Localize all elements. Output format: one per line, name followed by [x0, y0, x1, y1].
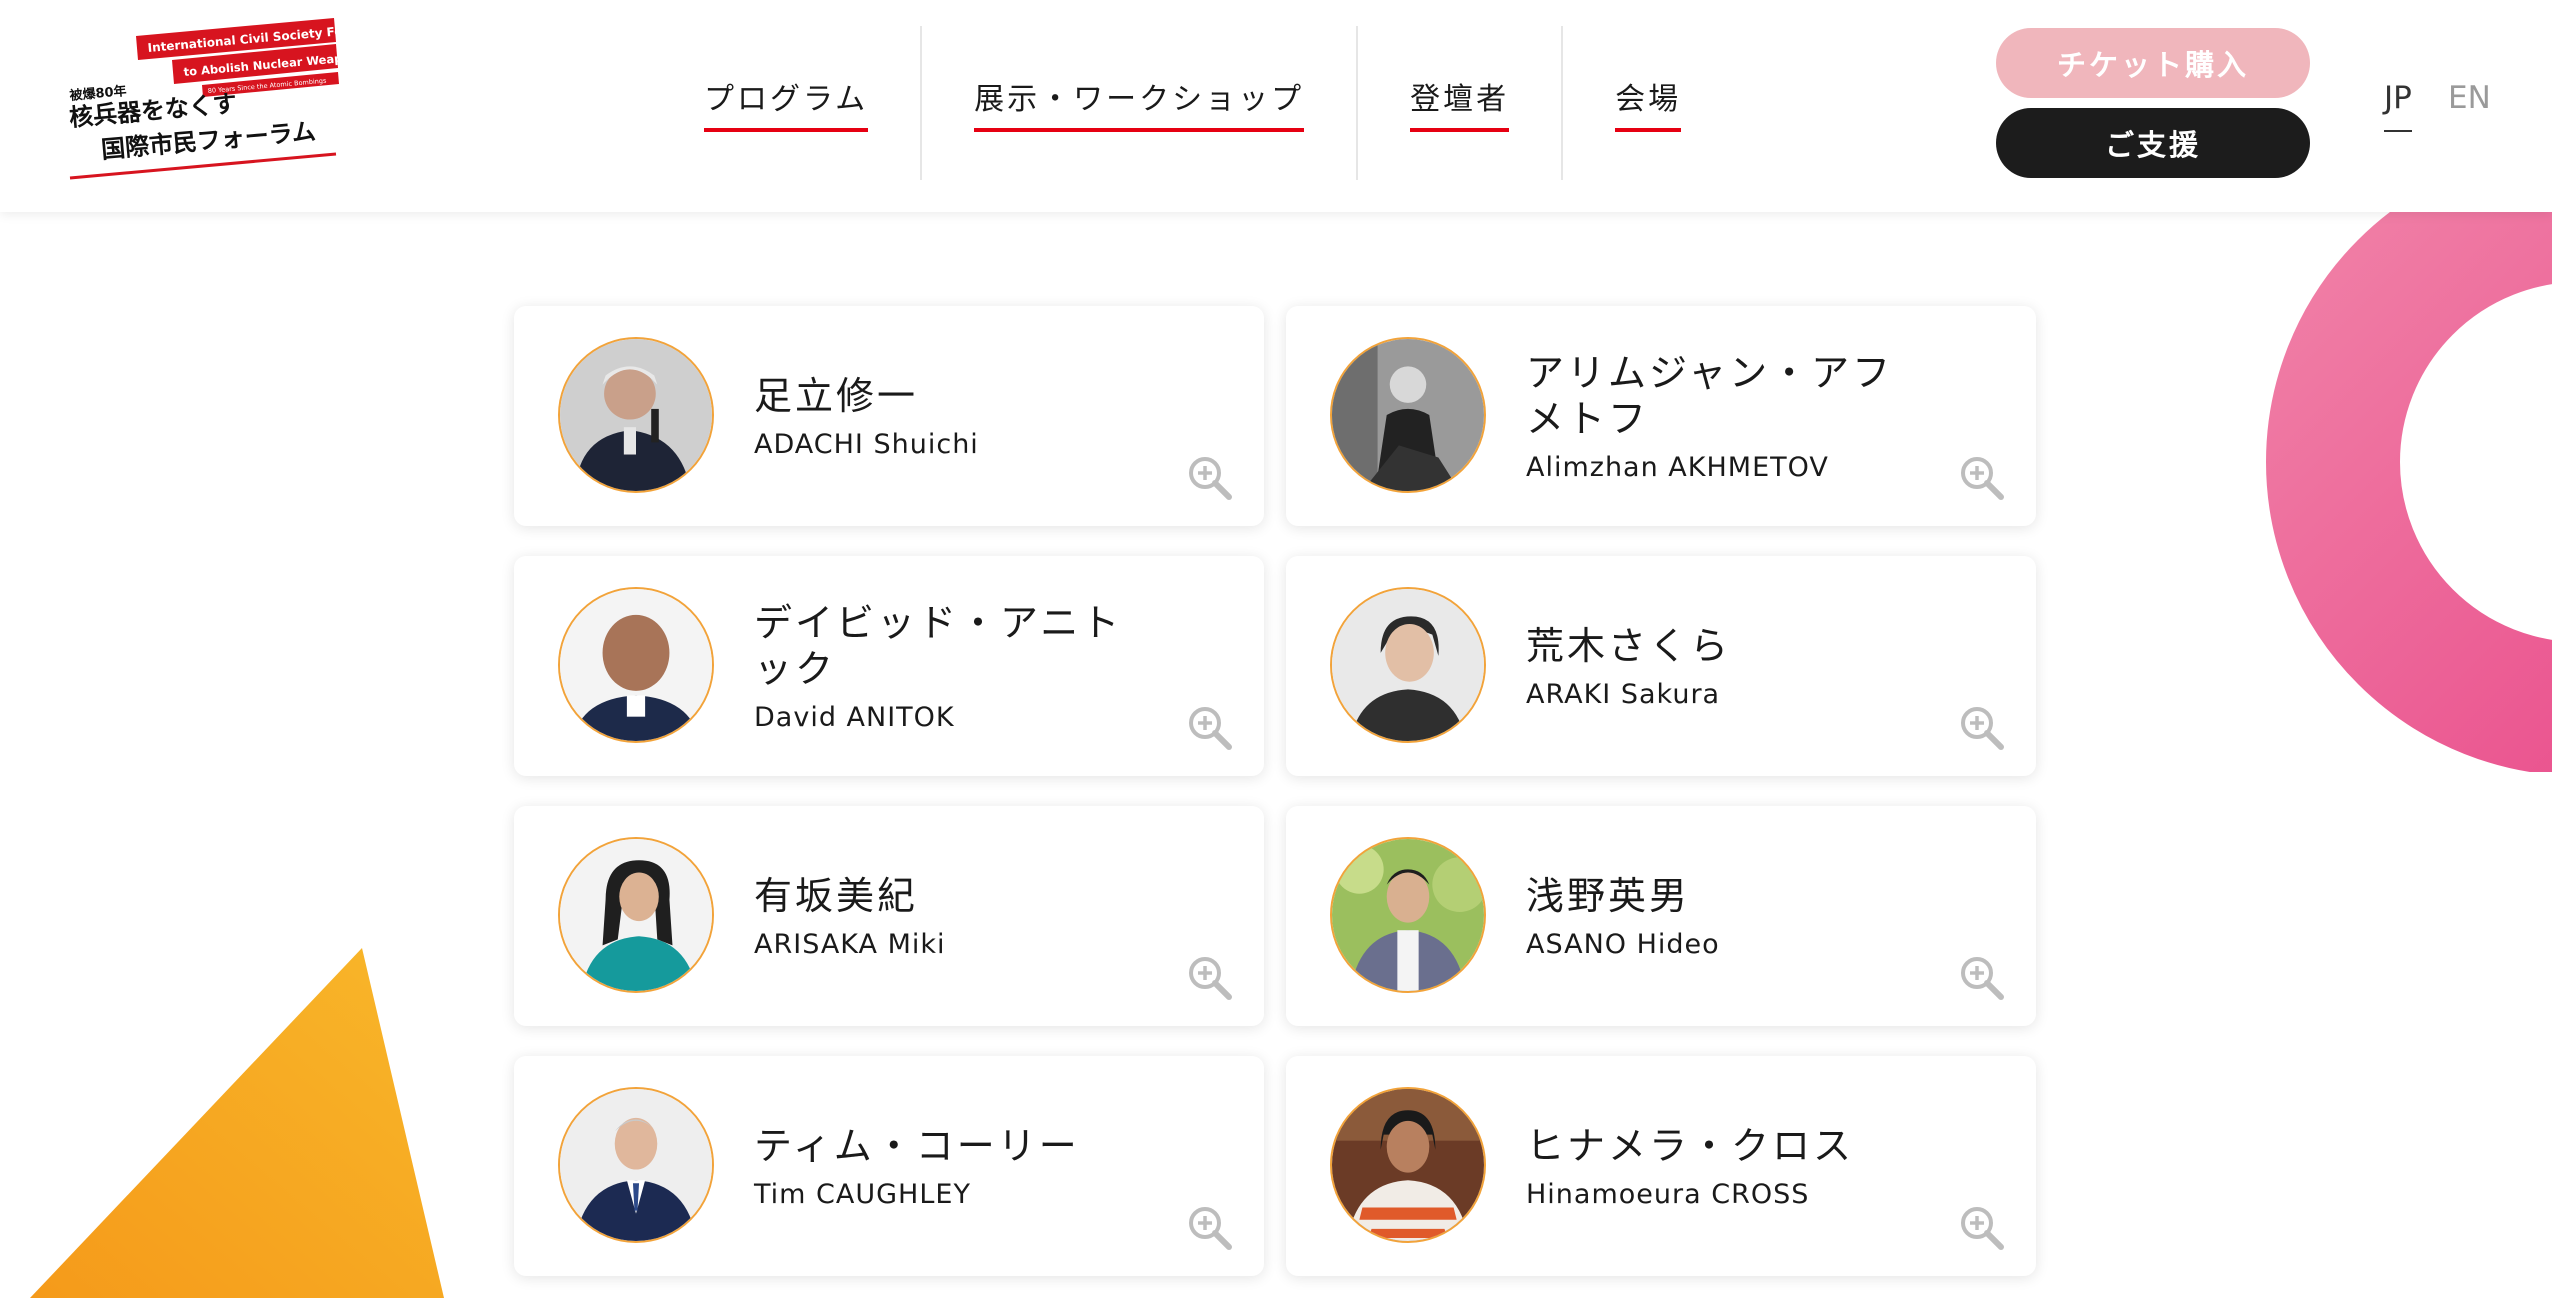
speaker-avatar — [1330, 337, 1486, 493]
nav-item-program[interactable]: プログラム — [680, 26, 923, 180]
speaker-name-ja: 浅野英男 — [1526, 873, 1691, 918]
speaker-avatar — [558, 1087, 714, 1243]
speaker-grid: 足立修一 ADACHI Shuichi アリムジャン・アフメトフ Alimzha… — [514, 306, 2036, 1276]
buy-ticket-button[interactable]: チケット購入 — [1996, 28, 2310, 98]
speaker-info: 足立修一 ADACHI Shuichi — [754, 306, 1154, 526]
speaker-info: 荒木さくら ARAKI Sakura — [1526, 556, 1926, 776]
speaker-card[interactable]: アリムジャン・アフメトフ Alimzhan AKHMETOV — [1286, 306, 2036, 526]
speaker-avatar — [1330, 587, 1486, 743]
speaker-info: ヒナメラ・クロス Hinamoeura CROSS — [1526, 1056, 1926, 1276]
main-nav: プログラム 展示・ワークショップ 登壇者 会場 — [680, 26, 1733, 180]
zoom-in-icon[interactable] — [1184, 952, 1236, 1004]
speaker-avatar — [1330, 1087, 1486, 1243]
speaker-avatar — [1330, 837, 1486, 993]
speaker-avatar — [558, 587, 714, 743]
nav-item-exhibition-workshop[interactable]: 展示・ワークショップ — [922, 26, 1359, 180]
speaker-name-ja: ティム・コーリー — [754, 1123, 1080, 1168]
nav-item-label: 会場 — [1615, 74, 1682, 132]
speaker-name-ja: ヒナメラ・クロス — [1526, 1123, 1855, 1168]
lang-en-link[interactable]: EN — [2448, 80, 2491, 116]
speaker-card[interactable]: デイビッド・アニトック David ANITOK — [514, 556, 1264, 776]
speaker-card[interactable]: 荒木さくら ARAKI Sakura — [1286, 556, 2036, 776]
nav-item-label: プログラム — [704, 74, 869, 132]
speaker-info: デイビッド・アニトック David ANITOK — [754, 556, 1154, 776]
decorative-orange-triangle — [0, 940, 460, 1298]
nav-item-venue[interactable]: 会場 — [1563, 26, 1733, 180]
zoom-in-icon[interactable] — [1956, 702, 2008, 754]
speaker-name-en: ADACHI Shuichi — [754, 428, 979, 460]
nav-item-speakers[interactable]: 登壇者 — [1358, 26, 1564, 180]
speaker-card[interactable]: 足立修一 ADACHI Shuichi — [514, 306, 1264, 526]
zoom-in-icon[interactable] — [1184, 452, 1236, 504]
zoom-in-icon[interactable] — [1956, 952, 2008, 1004]
decorative-pink-ring — [2220, 212, 2552, 772]
nav-item-label: 登壇者 — [1410, 74, 1510, 132]
speaker-card[interactable]: 浅野英男 ASANO Hideo — [1286, 806, 2036, 1026]
zoom-in-icon[interactable] — [1184, 702, 1236, 754]
speaker-card[interactable]: 有坂美紀 ARISAKA Miki — [514, 806, 1264, 1026]
speaker-name-ja: 有坂美紀 — [754, 873, 919, 918]
speaker-card[interactable]: ティム・コーリー Tim CAUGHLEY — [514, 1056, 1264, 1276]
speaker-info: 有坂美紀 ARISAKA Miki — [754, 806, 1154, 1026]
speaker-avatar — [558, 337, 714, 493]
speaker-name-en: ARISAKA Miki — [754, 928, 946, 960]
speaker-info: 浅野英男 ASANO Hideo — [1526, 806, 1926, 1026]
speaker-name-en: Hinamoeura CROSS — [1526, 1178, 1810, 1210]
site-header: International Civil Society Forum to Abo… — [0, 0, 2552, 212]
zoom-in-icon[interactable] — [1956, 452, 2008, 504]
forum-logo[interactable]: International Civil Society Forum to Abo… — [66, 14, 346, 184]
speaker-info: ティム・コーリー Tim CAUGHLEY — [754, 1056, 1154, 1276]
speaker-name-en: Alimzhan AKHMETOV — [1526, 451, 1829, 483]
speaker-name-en: David ANITOK — [754, 701, 955, 733]
speaker-name-ja: アリムジャン・アフメトフ — [1526, 350, 1894, 441]
zoom-in-icon[interactable] — [1184, 1202, 1236, 1254]
speaker-name-en: Tim CAUGHLEY — [754, 1178, 971, 1210]
speaker-name-ja: デイビッド・アニトック — [754, 600, 1123, 691]
speaker-name-ja: 足立修一 — [754, 373, 919, 418]
speaker-name-ja: 荒木さくら — [1526, 623, 1732, 668]
speaker-card[interactable]: ヒナメラ・クロス Hinamoeura CROSS — [1286, 1056, 2036, 1276]
speaker-avatar — [558, 837, 714, 993]
support-button[interactable]: ご支援 — [1996, 108, 2310, 178]
speaker-info: アリムジャン・アフメトフ Alimzhan AKHMETOV — [1526, 306, 1926, 526]
speaker-name-en: ARAKI Sakura — [1526, 678, 1721, 710]
forum-logo-image: International Civil Society Forum to Abo… — [68, 18, 346, 180]
zoom-in-icon[interactable] — [1956, 1202, 2008, 1254]
speaker-name-en: ASANO Hideo — [1526, 928, 1720, 960]
lang-jp-link[interactable]: JP — [2384, 80, 2412, 132]
nav-item-label: 展示・ワークショップ — [974, 74, 1305, 132]
